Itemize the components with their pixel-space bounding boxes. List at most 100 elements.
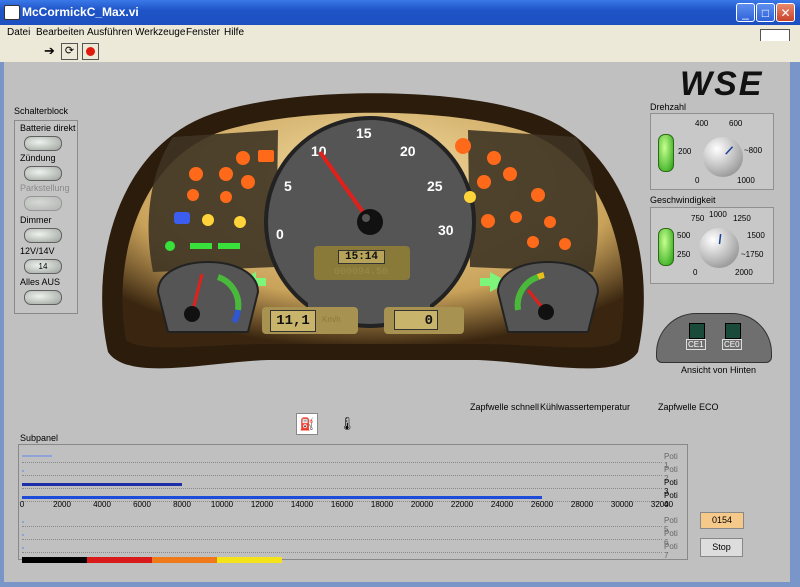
gs-tick-250: 250 [677,250,691,259]
poti-bar [22,483,182,486]
drehzahl-tick-400: 400 [695,119,709,128]
axis-tick-label: 0 [19,500,25,509]
gs-tick-1000: 1000 [709,210,727,219]
poti-row[interactable]: Poti 3 [22,478,678,496]
switch-label-zuendung: Zündung [20,153,56,163]
fuel-icon: ⛽ [296,413,318,435]
switch-alles-aus[interactable] [24,290,62,305]
speed-value: 11,1 [270,310,316,332]
switch-label-batterie: Batterie direkt [20,123,76,133]
rear-view-label: Ansicht von Hinten [681,365,757,375]
socket-ce0-label: CE0 [722,339,742,350]
poti-bar [22,547,24,549]
clock-value: 15:14 [338,250,386,264]
toolbar: ➔ ⟳ [0,41,800,62]
geschwindigkeit-title: Geschwindigkeit [650,195,716,205]
menu-werkzeuge[interactable]: Werkzeuge [135,25,185,41]
poti-row[interactable]: Poti 7 [22,542,678,560]
gs-tick-1750: ~1750 [741,250,764,259]
poti-bar [22,534,24,536]
drehzahl-led [658,134,674,172]
gauge-tick-15: 15 [356,125,372,141]
close-button[interactable]: ✕ [776,3,795,22]
gauge-tick-30: 30 [438,222,454,238]
axis-tick-label: 32000 [650,500,674,509]
gs-tick-1500: 1500 [747,231,765,240]
axis-tick-label: 28000 [570,500,594,509]
axis-tick-label: 30000 [610,500,634,509]
knob-pointer [725,146,734,155]
coolant-temp-icon: 🌡 [338,416,356,431]
app-icon [4,5,20,20]
drehzahl-tick-1000: 1000 [737,176,755,185]
drehzahl-tick-600: 600 [729,119,743,128]
poti-row[interactable]: Poti 1 [22,452,678,470]
switch-label-parkstellung: Parkstellung [20,183,70,193]
geschwindigkeit-indicator [718,234,722,245]
wse-logo: WSE [680,65,764,103]
drehzahl-indicator [725,146,734,155]
voltage-value: 14 [38,262,48,271]
switch-zuendung[interactable] [24,166,62,181]
gauge-tick-20: 20 [400,143,416,159]
minimize-button[interactable]: _ [736,3,755,22]
drehzahl-tick-200: 200 [678,147,692,156]
abort-icon[interactable] [82,43,99,60]
menu-ausfuehren[interactable]: Ausführen [87,25,133,41]
axis-tick-label: 16000 [330,500,354,509]
gauge-tick-25: 25 [427,178,443,194]
run-icon[interactable]: ➔ [44,44,58,58]
geschwindigkeit-frame: 0 250 500 750 1000 1250 1500 ~1750 2000 [650,207,774,284]
gs-tick-0: 0 [693,268,698,277]
switch-dimmer[interactable] [24,228,62,243]
menu-fenster[interactable]: Fenster [186,25,220,41]
switch-label-voltage: 12V/14V [20,246,55,256]
color-strip [22,557,282,563]
poti-row[interactable]: Poti 6 [22,529,678,547]
gs-tick-2000: 2000 [735,268,753,277]
knob-pointer [718,234,722,245]
axis-tick-label: 8000 [173,500,191,509]
second-value: 0 [394,310,438,330]
rear-view-panel: CE1 CE0 [656,313,772,363]
socket-ce0 [725,323,741,339]
axis-tick-label: 2000 [53,500,71,509]
axis-tick-label: 12000 [250,500,274,509]
display-value: 0154 [700,512,744,529]
axis-tick-label: 6000 [133,500,151,509]
maximize-button[interactable]: □ [756,3,775,22]
menu-bar: Datei Bearbeiten Ausführen Werkzeuge Fen… [0,25,800,57]
drehzahl-tick-800: ~800 [744,146,763,155]
geschwindigkeit-led [658,228,674,266]
poti-label: Poti 7 [664,542,678,560]
switch-parkstellung[interactable] [24,196,62,211]
poti-bar [22,470,24,472]
title-bar: McCormickC_Max.vi _ □ ✕ [0,0,800,25]
gs-tick-750: 750 [691,214,705,223]
clock-display: 15:14 000094.50 [314,246,410,280]
poti-bar [22,496,542,499]
menu-bearbeiten[interactable]: Bearbeiten [36,25,84,41]
gs-tick-500: 500 [677,231,691,240]
gauge-tick-5: 5 [284,178,292,194]
schalterblock-title: Schalterblock [14,106,69,116]
axis-tick-label: 26000 [530,500,554,509]
window-title: McCormickC_Max.vi [22,5,139,19]
label-zapfwelle-eco: Zapfwelle ECO [658,402,719,412]
stop-button[interactable]: Stop [700,538,743,557]
axis-tick-label: 4000 [93,500,111,509]
socket-ce1 [689,323,705,339]
poti-bar [22,455,52,457]
odometer-value: 000094.50 [334,267,389,278]
speed-unit: Km/h [322,315,341,324]
poti-bar [22,521,24,523]
switch-batterie[interactable] [24,136,62,151]
poti-row[interactable]: Poti 5 [22,516,678,534]
axis-tick-label: 24000 [490,500,514,509]
switch-voltage[interactable]: 14 [24,259,62,274]
run-continuous-icon[interactable]: ⟳ [61,43,78,60]
axis-tick-label: 10000 [210,500,234,509]
menu-datei[interactable]: Datei [7,25,30,41]
poti-row[interactable]: Poti 2 [22,465,678,483]
menu-hilfe[interactable]: Hilfe [224,25,244,41]
